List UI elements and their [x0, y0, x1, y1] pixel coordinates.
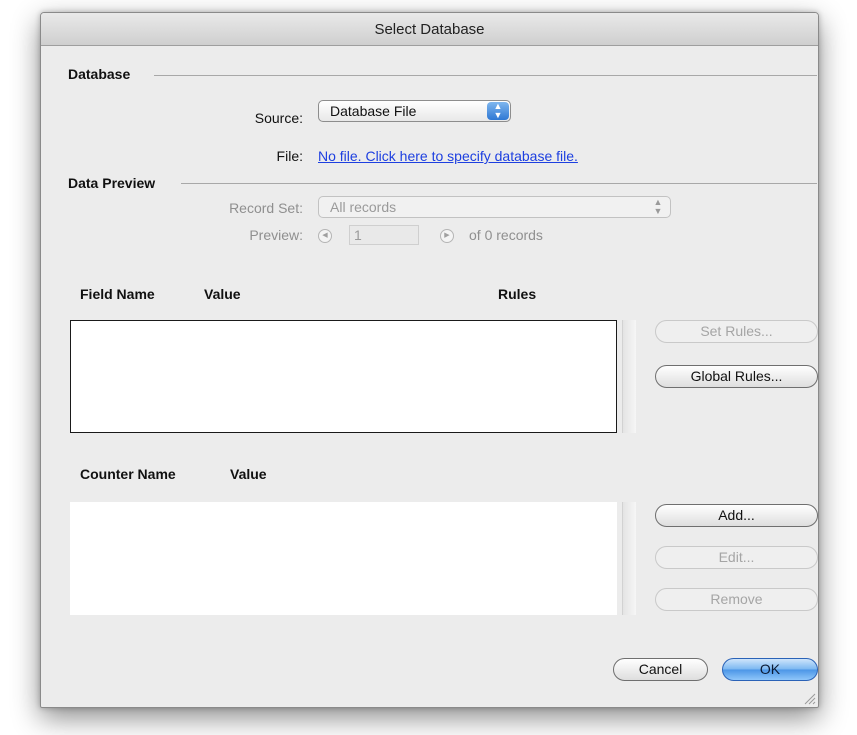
- field-value-column-header: Value: [204, 286, 241, 302]
- ok-button[interactable]: OK: [722, 658, 818, 681]
- resize-grip-icon[interactable]: [802, 691, 816, 705]
- counters-list-scrollbar[interactable]: [622, 502, 636, 615]
- source-popup-value: Database File: [330, 103, 417, 119]
- file-label: File:: [276, 148, 303, 164]
- counters-list[interactable]: [70, 502, 617, 615]
- data-preview-group-divider: [181, 183, 817, 184]
- global-rules-button[interactable]: Global Rules...: [655, 365, 818, 388]
- cancel-button[interactable]: Cancel: [613, 658, 708, 681]
- set-rules-button[interactable]: Set Rules...: [655, 320, 818, 343]
- fields-list-scrollbar[interactable]: [622, 320, 636, 433]
- data-preview-group-label: Data Preview: [68, 175, 156, 191]
- record-set-label: Record Set:: [229, 200, 303, 216]
- edit-counter-button[interactable]: Edit...: [655, 546, 818, 569]
- next-record-icon[interactable]: ▶: [440, 229, 454, 243]
- source-popup[interactable]: Database File ▲ ▼: [318, 100, 511, 122]
- record-set-popup[interactable]: All records ▲ ▼: [318, 196, 671, 218]
- source-label: Source:: [254, 110, 303, 126]
- record-index-field[interactable]: 1: [349, 225, 419, 245]
- specify-database-file-link[interactable]: No file. Click here to specify database …: [318, 148, 578, 164]
- preview-label: Preview:: [249, 227, 303, 243]
- popup-arrows-icon: ▲ ▼: [487, 102, 509, 120]
- dialog-title: Select Database: [41, 13, 818, 46]
- rules-column-header: Rules: [498, 286, 537, 302]
- select-database-dialog: Select Database Database Source: Databas…: [40, 12, 819, 708]
- popup-arrows-icon: ▲ ▼: [653, 197, 663, 216]
- record-set-popup-value: All records: [330, 199, 397, 215]
- database-group-label: Database: [68, 66, 131, 82]
- counter-name-column-header: Counter Name: [80, 466, 176, 482]
- remove-counter-button[interactable]: Remove: [655, 588, 818, 611]
- counter-value-column-header: Value: [230, 466, 267, 482]
- add-counter-button[interactable]: Add...: [655, 504, 818, 527]
- record-count-text: of 0 records: [469, 227, 543, 243]
- previous-record-icon[interactable]: ◀: [318, 229, 332, 243]
- fields-list[interactable]: [70, 320, 617, 433]
- database-group-divider: [154, 75, 817, 76]
- field-name-column-header: Field Name: [80, 286, 155, 302]
